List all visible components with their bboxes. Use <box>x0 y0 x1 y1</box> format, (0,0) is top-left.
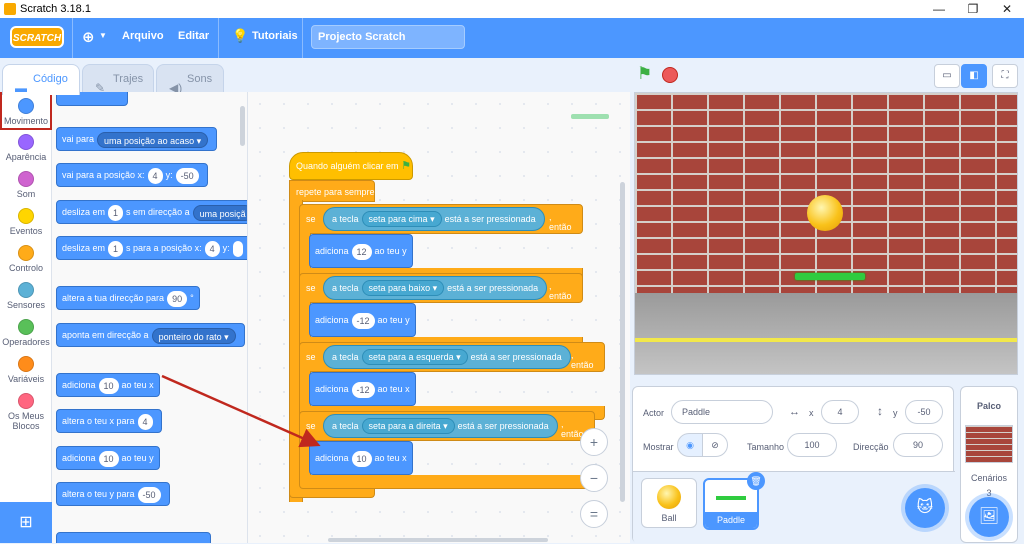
road-line <box>635 338 1017 342</box>
y-label: y <box>893 408 898 418</box>
road-backdrop <box>635 293 1017 374</box>
sprite-thumb-ball[interactable]: Ball <box>641 478 697 528</box>
size-label: Tamanho <box>747 442 785 452</box>
direction-label: Direcção <box>853 442 889 452</box>
actor-label: Actor <box>643 408 665 418</box>
stage-panel-title: Palco <box>976 401 1001 411</box>
show-sprite-button[interactable]: ◉ <box>677 433 703 457</box>
vertical-arrows-icon: ↕ <box>877 404 883 418</box>
add-sprite-button[interactable]: 🐱 <box>905 488 945 528</box>
x-label: x <box>809 408 814 418</box>
sprite-name-input[interactable]: Paddle <box>671 400 773 424</box>
ball-thumbnail <box>657 485 681 509</box>
show-label: Mostrar <box>643 442 674 452</box>
delete-sprite-button[interactable]: 🗑 <box>747 472 765 490</box>
cat-icon: 🐱 <box>916 499 934 516</box>
tab-code-label: Código <box>33 73 68 85</box>
stage-selector[interactable]: Palco Cenários 3 🖼 <box>960 386 1018 543</box>
fullscreen-icon: ⛶ <box>1001 70 1009 81</box>
fullscreen-button[interactable]: ⛶ <box>992 64 1018 88</box>
backdrop-thumbnail <box>965 425 1013 463</box>
sprite-name: Ball <box>661 513 677 523</box>
paddle-sprite[interactable] <box>795 273 865 280</box>
paddle-thumbnail <box>716 496 746 500</box>
image-icon: 🖼 <box>978 508 1000 525</box>
ball-sprite[interactable] <box>807 195 843 231</box>
code-blocks-icon: ▬ <box>15 81 27 95</box>
green-flag-icon[interactable]: ⚑ <box>637 64 652 84</box>
eye-slash-icon: ⊘ <box>711 440 719 450</box>
stage-header: ⚑ ▭ ◧ ⛶ <box>630 58 1024 92</box>
sprite-x-input[interactable]: 4 <box>821 400 859 424</box>
sprite-thumb-paddle[interactable]: Paddle 🗑 <box>703 472 765 530</box>
small-stage-button[interactable]: ▭ <box>934 64 960 88</box>
trash-icon: 🗑 <box>750 476 762 486</box>
horizontal-arrows-icon: ↔ <box>789 406 800 418</box>
sprite-direction-input[interactable]: 90 <box>893 433 943 457</box>
normal-stage-button[interactable]: ◧ <box>961 64 987 88</box>
sprite-name: Paddle <box>705 512 757 528</box>
stop-icon[interactable] <box>662 67 678 83</box>
normal-stage-icon: ◧ <box>969 70 979 81</box>
sprite-list: Ball Paddle 🗑 🐱 <box>633 471 955 544</box>
brick-wall-backdrop <box>635 93 1017 293</box>
sprite-y-input[interactable]: -50 <box>905 400 943 424</box>
sprite-info-panel: Actor Paddle ↔ x 4 ↕ y -50 Mostrar ◉ ⊘ T… <box>632 386 955 544</box>
eye-icon: ◉ <box>686 440 694 450</box>
hide-sprite-button[interactable]: ⊘ <box>702 433 728 457</box>
small-stage-icon: ▭ <box>942 70 952 81</box>
add-backdrop-button[interactable]: 🖼 <box>969 497 1009 537</box>
stage-canvas[interactable] <box>634 92 1018 375</box>
tab-code[interactable]: ▬ Código <box>2 64 80 95</box>
sprite-size-input[interactable]: 100 <box>787 433 837 457</box>
backdrops-label: Cenários <box>970 473 1008 483</box>
